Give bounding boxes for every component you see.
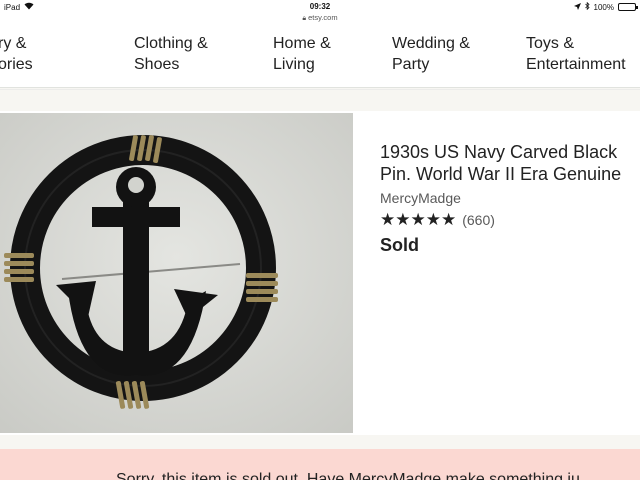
section-spacer bbox=[0, 89, 640, 111]
category-label-line1: Clothing & bbox=[134, 35, 208, 52]
status-right: 100% bbox=[573, 1, 638, 12]
review-count: (660) bbox=[462, 212, 495, 228]
bluetooth-icon bbox=[584, 1, 590, 12]
category-label-line1: Toys & bbox=[526, 35, 575, 52]
sold-status: Sold bbox=[380, 235, 419, 255]
sold-out-banner: Sorry, this item is sold out. Have Mercy… bbox=[0, 449, 640, 480]
listing-title-line2: Pin. World War II Era Genuine bbox=[380, 164, 622, 184]
category-label-line2: ories bbox=[0, 56, 33, 73]
category-toys-entertainment[interactable]: Toys & Entertainment bbox=[526, 33, 626, 75]
category-wedding-party[interactable]: Wedding & Party bbox=[392, 33, 470, 75]
category-label-line2: Shoes bbox=[134, 56, 180, 73]
location-arrow-icon bbox=[573, 2, 581, 12]
star-rating-icon: ★★★★★ bbox=[380, 210, 457, 229]
url-text: etsy.com bbox=[308, 13, 338, 22]
listing-photo[interactable] bbox=[0, 113, 353, 433]
shop-rating[interactable]: ★★★★★ (660) bbox=[380, 210, 640, 230]
category-label-line2: Living bbox=[273, 56, 315, 73]
listing-card: 1930s US Navy Carved Black Pin. World Wa… bbox=[0, 111, 640, 435]
category-label-line1: Home & bbox=[273, 35, 331, 52]
category-label-line2: Party bbox=[392, 56, 430, 73]
status-bar: iPad 09:32 🔒︎ etsy.com 100% bbox=[0, 0, 640, 24]
section-divider bbox=[0, 435, 640, 449]
category-clothing-shoes[interactable]: Clothing & Shoes bbox=[134, 33, 208, 75]
category-label-line2: Entertainment bbox=[526, 56, 626, 73]
category-label-line1: ry & bbox=[0, 35, 27, 52]
battery-percent: 100% bbox=[593, 2, 614, 12]
listing-info: 1930s US Navy Carved Black Pin. World Wa… bbox=[380, 141, 640, 256]
address-bar[interactable]: 🔒︎ etsy.com bbox=[0, 13, 640, 23]
anchor-brooch-icon bbox=[0, 113, 353, 433]
battery-icon bbox=[618, 3, 638, 11]
listing-title[interactable]: 1930s US Navy Carved Black Pin. World Wa… bbox=[380, 141, 640, 185]
status-time: 09:32 bbox=[309, 2, 331, 11]
listing-title-line1: 1930s US Navy Carved Black bbox=[380, 142, 618, 162]
category-jewelry-accessories[interactable]: ry & ories bbox=[0, 33, 33, 75]
category-label-line1: Wedding & bbox=[392, 35, 470, 52]
lock-icon: 🔒︎ bbox=[302, 15, 307, 22]
category-nav: ry & ories Clothing & Shoes Home & Livin… bbox=[0, 24, 640, 88]
sold-out-message: Sorry, this item is sold out. Have Mercy… bbox=[116, 471, 594, 480]
shop-name-link[interactable]: MercyMadge bbox=[380, 190, 640, 206]
category-home-living[interactable]: Home & Living bbox=[273, 33, 331, 75]
